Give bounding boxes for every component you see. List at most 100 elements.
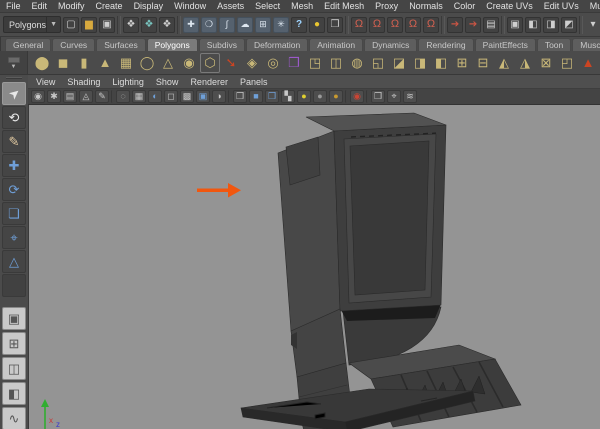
motion-blur-icon[interactable]: ◑	[212, 90, 226, 103]
checker-icon[interactable]: ▚	[281, 90, 295, 103]
shaded-display-icon[interactable]: ■	[249, 90, 263, 103]
last-tool-slot[interactable]	[2, 274, 26, 297]
add-divisions-icon[interactable]: ⊞	[452, 53, 472, 73]
snap-plane-icon[interactable]: Ω	[405, 16, 422, 33]
menu-select[interactable]: Select	[255, 1, 280, 11]
isolate-select-icon[interactable]: ◉	[350, 90, 364, 103]
two-d-pan-zoom-icon[interactable]: ✎	[95, 90, 109, 103]
3d-model[interactable]	[240, 112, 522, 429]
shelf-menu-button[interactable]: ▼	[11, 64, 17, 70]
light-yellow-icon[interactable]: ●	[297, 90, 311, 103]
scale-tool[interactable]: ❏	[2, 202, 26, 225]
shaded-icon[interactable]: ▦	[132, 90, 146, 103]
sculpt-geometry-icon[interactable]: ▲	[578, 53, 598, 73]
panel-menu-shading[interactable]: Shading	[67, 77, 100, 87]
layout-four-pane[interactable]: ⊞	[2, 332, 26, 355]
poly-sphere-icon[interactable]: ⬤	[32, 53, 52, 73]
layout-single-pane[interactable]: ▣	[2, 307, 26, 330]
select-hierarchy-icon[interactable]: ❖	[123, 16, 140, 33]
shelf-tab-toggle-button[interactable]	[7, 56, 20, 63]
tab-subdivs[interactable]: Subdivs	[198, 38, 245, 51]
select-camera-icon[interactable]: ◉	[31, 90, 45, 103]
tab-deformation[interactable]: Deformation	[245, 38, 309, 51]
textured-icon[interactable]: ◐	[148, 90, 162, 103]
render-settings-icon[interactable]: ◩	[561, 16, 578, 33]
ipr-render-icon[interactable]: ◨	[543, 16, 560, 33]
poly-cube-icon[interactable]: ◼	[53, 53, 73, 73]
soft-modification-tool[interactable]: △	[2, 250, 26, 273]
tab-curves[interactable]: Curves	[52, 38, 96, 51]
selection-mode-dropdown[interactable]: Polygons ▼	[3, 16, 62, 33]
xray-icon[interactable]: ❒	[371, 90, 385, 103]
highlight-selection-icon[interactable]: ❒	[327, 16, 344, 33]
tab-painteffects[interactable]: PaintEffects	[474, 38, 536, 51]
screen-ao-icon[interactable]: ▣	[196, 90, 210, 103]
select-object-icon[interactable]: ❖	[141, 16, 158, 33]
menu-edit-uvs[interactable]: Edit UVs	[544, 1, 579, 11]
mask-surfaces-icon[interactable]: ☁	[237, 16, 254, 33]
menu-modify[interactable]: Modify	[58, 1, 85, 11]
tab-toon[interactable]: Toon	[536, 38, 572, 51]
menu-display[interactable]: Display	[134, 1, 164, 11]
menu-create[interactable]: Create	[96, 1, 123, 11]
save-scene-icon[interactable]: ▣	[99, 16, 116, 33]
bevel-icon[interactable]: ◭	[494, 53, 514, 73]
tab-polygons[interactable]: Polygons	[146, 38, 198, 51]
poly-pipe-icon[interactable]: ◉	[179, 53, 199, 73]
bridge-icon[interactable]: ◫	[326, 53, 346, 73]
tab-muscle[interactable]: Muscle	[572, 38, 600, 51]
insert-edge-loop-icon[interactable]: ◨	[410, 53, 430, 73]
camera-attributes-icon[interactable]: ✱	[47, 90, 61, 103]
cut-faces-icon[interactable]: ◪	[389, 53, 409, 73]
viewport[interactable]: x z	[28, 105, 600, 429]
camera-gate-icon[interactable]: ⌖	[387, 90, 401, 103]
image-plane-icon[interactable]: ◬	[79, 90, 93, 103]
all-lights-icon[interactable]: ◻	[164, 90, 178, 103]
construction-history-icon[interactable]: ▤	[483, 16, 500, 33]
menu-mesh[interactable]: Mesh	[291, 1, 313, 11]
inputs-icon[interactable]: ➔	[447, 16, 464, 33]
convert-to-poly-icon[interactable]: ➘	[221, 53, 241, 73]
smooth-mesh-icon[interactable]: ⊟	[473, 53, 493, 73]
mask-misc-icon[interactable]: ?	[291, 16, 308, 33]
panel-menu-view[interactable]: View	[36, 77, 55, 87]
default-material-icon[interactable]: ❒	[233, 90, 247, 103]
light-gold-icon[interactable]: ●	[329, 90, 343, 103]
offset-edge-loop-icon[interactable]: ◧	[431, 53, 451, 73]
menu-create-uvs[interactable]: Create UVs	[486, 1, 533, 11]
menu-edit[interactable]: Edit	[32, 1, 48, 11]
mask-all-icon[interactable]: ✚	[183, 16, 200, 33]
poke-icon[interactable]: ⊠	[536, 53, 556, 73]
poly-pyramid-icon[interactable]: △	[158, 53, 178, 73]
paint-selection-tool[interactable]: ✎	[2, 130, 26, 153]
render-view-icon[interactable]: ▣	[507, 16, 524, 33]
tab-rendering[interactable]: Rendering	[418, 38, 474, 51]
poly-cylinder-icon[interactable]: ▮	[74, 53, 94, 73]
layout-persp-graph[interactable]: ◧	[2, 382, 26, 405]
lasso-tool[interactable]: ⟲	[2, 106, 26, 129]
bookmark-icon[interactable]: ▤	[63, 90, 77, 103]
panel-menu-panels[interactable]: Panels	[240, 77, 268, 87]
tab-surfaces[interactable]: Surfaces	[96, 38, 146, 51]
merge-icon[interactable]: ◍	[347, 53, 367, 73]
snap-point-icon[interactable]: Ω	[387, 16, 404, 33]
new-scene-icon[interactable]: ▢	[63, 16, 80, 33]
layout-persp-outliner[interactable]: ◫	[2, 357, 26, 380]
snap-view-icon[interactable]: Ω	[423, 16, 440, 33]
combine-icon[interactable]: ◈	[242, 53, 262, 73]
layout-persp-hypergraph[interactable]: ∿	[2, 407, 26, 429]
poly-cone-icon[interactable]: ▲	[95, 53, 115, 73]
select-component-icon[interactable]: ❖	[159, 16, 176, 33]
poly-torus-icon[interactable]: ◯	[137, 53, 157, 73]
menu-normals[interactable]: Normals	[409, 1, 443, 11]
panel-menu-show[interactable]: Show	[156, 77, 179, 87]
split-polygon-icon[interactable]: ◱	[368, 53, 388, 73]
mask-dynamics-icon[interactable]: ✳	[273, 16, 290, 33]
tab-animation[interactable]: Animation	[309, 38, 364, 51]
outputs-icon[interactable]: ➔	[465, 16, 482, 33]
panel-menu-lighting[interactable]: Lighting	[112, 77, 144, 87]
wedge-icon[interactable]: ◮	[515, 53, 535, 73]
render-current-icon[interactable]: ◧	[525, 16, 542, 33]
shadows-icon[interactable]: ▩	[180, 90, 194, 103]
lock-icon[interactable]: ●	[309, 16, 326, 33]
